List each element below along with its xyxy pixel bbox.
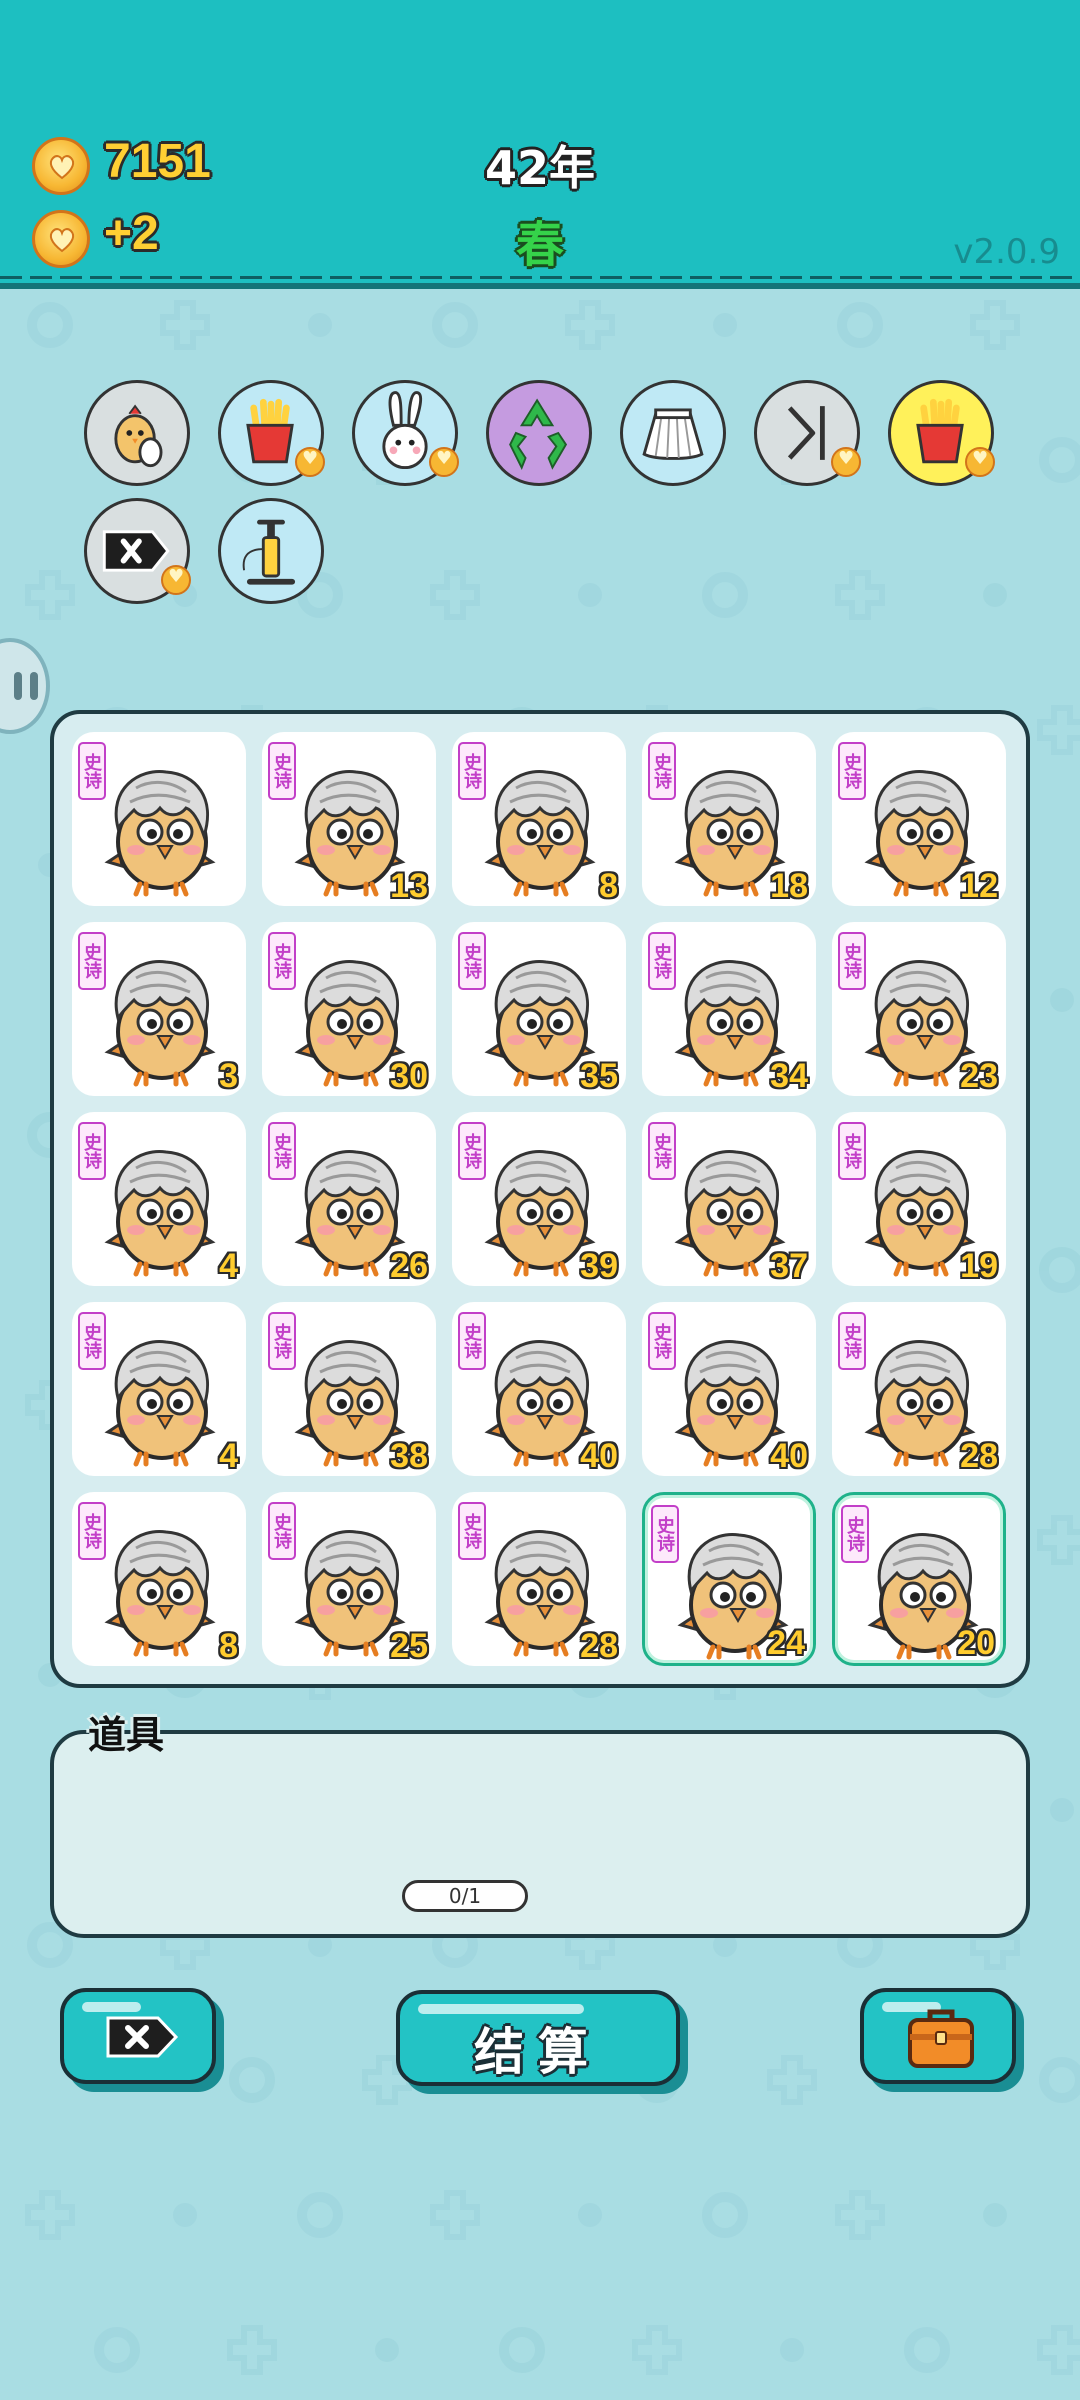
recycle-icon <box>509 398 568 470</box>
delete-tag-icon <box>106 2016 179 2058</box>
delete-button[interactable] <box>60 1988 216 2084</box>
skill-skirt-button[interactable] <box>620 380 726 486</box>
cell-value: 18 <box>770 867 808 905</box>
grid-cell[interactable]: 史诗 37 <box>642 1112 816 1286</box>
heart-cost-icon <box>965 447 995 477</box>
cell-value: 28 <box>580 1627 618 1665</box>
chick-character-icon <box>100 1138 220 1282</box>
chick-character-icon <box>100 1518 220 1662</box>
grid-cell[interactable]: 史诗 34 <box>642 922 816 1096</box>
cell-value: 40 <box>770 1437 808 1475</box>
props-title: 道具 <box>88 1713 165 1757</box>
target-progress: 0/1 <box>402 1880 528 1912</box>
grid-cell[interactable]: 史诗 18 <box>642 732 816 906</box>
chick-character-icon <box>100 758 220 902</box>
grid-cell[interactable]: 史诗 4 <box>72 1302 246 1476</box>
cell-value: 38 <box>390 1437 428 1475</box>
cell-value: 39 <box>580 1247 618 1285</box>
grid-cell[interactable]: 史诗 24 <box>642 1492 816 1666</box>
grid-cell[interactable]: 史诗 12 <box>832 732 1006 906</box>
skill-skip-button[interactable] <box>754 380 861 486</box>
cell-value: 34 <box>770 1057 808 1095</box>
grid-cell[interactable]: 史诗 <box>72 732 246 906</box>
cell-value: 24 <box>767 1624 805 1662</box>
heart-cost-icon <box>295 447 325 477</box>
income-per-turn: +2 <box>104 207 159 260</box>
character-grid: 史诗 史诗 13 史诗 8 史诗 18 史诗 12 史诗 3 史诗 30 史诗 … <box>50 710 1030 1688</box>
grid-cell[interactable]: 史诗 40 <box>642 1302 816 1476</box>
grid-cell[interactable]: 史诗 40 <box>452 1302 626 1476</box>
income-coin-icon <box>32 210 90 268</box>
skill-pump-button[interactable] <box>218 498 324 604</box>
heart-cost-icon <box>161 565 191 595</box>
chick-character-icon <box>480 758 600 902</box>
settle-button[interactable]: 结算 <box>396 1990 680 2086</box>
cell-value: 3 <box>219 1057 238 1095</box>
grid-cell[interactable]: 史诗 3 <box>72 922 246 1096</box>
top-status-bar: 7151 +2 42年 春 v2.0.9 <box>0 0 1080 289</box>
skill-fries-gold-button[interactable] <box>888 380 995 486</box>
cell-value: 25 <box>390 1627 428 1665</box>
grid-cell[interactable]: 史诗 19 <box>832 1112 1006 1286</box>
cell-value: 30 <box>390 1057 428 1095</box>
grid-cell[interactable]: 史诗 38 <box>262 1302 436 1476</box>
grid-cell[interactable]: 史诗 28 <box>452 1492 626 1666</box>
skill-delete-tag-button[interactable] <box>84 498 191 604</box>
cell-value: 12 <box>960 867 998 905</box>
props-panel <box>50 1730 1030 1938</box>
cell-value: 8 <box>219 1627 238 1665</box>
settle-label: 结算 <box>474 2023 602 2081</box>
grid-cell[interactable]: 史诗 35 <box>452 922 626 1096</box>
cell-value: 28 <box>960 1437 998 1475</box>
cell-value: 4 <box>219 1247 238 1285</box>
chick-character-icon <box>100 1328 220 1472</box>
chick-egg-icon <box>114 404 163 468</box>
grid-cell[interactable]: 史诗 8 <box>72 1492 246 1666</box>
chick-character-icon <box>100 948 220 1092</box>
cell-value: 23 <box>960 1057 998 1095</box>
cell-value: 13 <box>390 867 428 905</box>
skirt-icon <box>642 408 704 460</box>
cell-value: 35 <box>580 1057 618 1095</box>
heart-cost-icon <box>429 447 459 477</box>
season-label: 春 <box>515 217 564 273</box>
skill-fries-button[interactable] <box>218 380 325 486</box>
skill-rabbit-button[interactable] <box>352 380 459 486</box>
grid-cell[interactable]: 史诗 30 <box>262 922 436 1096</box>
grid-cell[interactable]: 史诗 8 <box>452 732 626 906</box>
cell-value: 4 <box>219 1437 238 1475</box>
grid-cell[interactable]: 史诗 13 <box>262 732 436 906</box>
cell-value: 20 <box>957 1624 995 1662</box>
grid-cell[interactable]: 史诗 4 <box>72 1112 246 1286</box>
grid-cell[interactable]: 史诗 28 <box>832 1302 1006 1476</box>
version-label: v2.0.9 <box>953 232 1060 272</box>
cell-value: 19 <box>960 1247 998 1285</box>
coin-count: 7151 <box>104 135 211 188</box>
skill-chick-egg-button[interactable] <box>84 380 190 486</box>
inventory-button[interactable] <box>860 1988 1016 2084</box>
grid-cell[interactable]: 史诗 20 <box>832 1492 1006 1666</box>
pump-icon <box>242 519 296 585</box>
cell-value: 26 <box>390 1247 428 1285</box>
cell-value: 40 <box>580 1437 618 1475</box>
grid-cell[interactable]: 史诗 25 <box>262 1492 436 1666</box>
grid-cell[interactable]: 史诗 23 <box>832 922 1006 1096</box>
cell-value: 37 <box>770 1247 808 1285</box>
grid-cell[interactable]: 史诗 26 <box>262 1112 436 1286</box>
heart-cost-icon <box>831 447 861 477</box>
gold-coin-icon <box>32 137 90 195</box>
briefcase-icon <box>908 2009 974 2068</box>
skill-recycle-button[interactable] <box>486 380 592 486</box>
grid-cell[interactable]: 史诗 39 <box>452 1112 626 1286</box>
cell-value: 8 <box>599 867 618 905</box>
year-label: 42年 <box>484 141 595 195</box>
